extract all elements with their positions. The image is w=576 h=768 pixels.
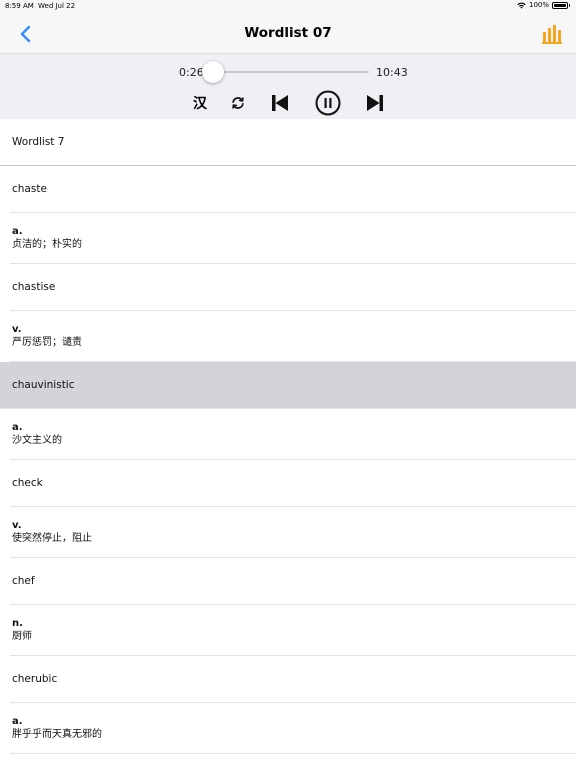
part-of-speech: n. [12, 618, 23, 629]
definition-row: a. 胖乎乎而天真无邪的 [0, 703, 576, 754]
word-row[interactable]: chauvinistic [0, 362, 576, 409]
definition-row: n. 厨师 [0, 605, 576, 656]
audio-player: 0:26 10:43 汉 [0, 53, 576, 119]
skip-previous-icon [272, 95, 288, 111]
word-row[interactable]: chaste [0, 166, 576, 213]
definition-text: 贞洁的；朴实的 [12, 239, 82, 250]
repeat-icon [232, 97, 244, 109]
definition-row: a. 贞洁的；朴实的 [0, 213, 576, 264]
word-row[interactable]: chef [0, 558, 576, 605]
chinese-toggle-button[interactable]: 汉 [193, 93, 207, 113]
word-row[interactable]: chastise [0, 264, 576, 311]
repeat-button[interactable] [231, 95, 245, 109]
status-date: Wed Jul 22 [38, 2, 76, 10]
definition-row: v. 严厉惩罚；谴责 [0, 311, 576, 362]
part-of-speech: v. [12, 324, 22, 335]
definition-text: 胖乎乎而天真无邪的 [12, 729, 102, 740]
elapsed-time: 0:26 [179, 66, 204, 79]
status-time: 8:59 AM [5, 2, 34, 10]
wifi-icon [517, 2, 526, 9]
bar-chart-icon [542, 25, 562, 44]
definition-text: 沙文主义的 [12, 435, 62, 446]
word-list: Wordlist 7 chaste a. 贞洁的；朴实的 chastise v. 严厉惩罚… [0, 119, 576, 754]
list-header: Wordlist 7 [0, 119, 576, 166]
status-right: 100% [517, 1, 570, 9]
navigation-bar: Wordlist 07 [0, 13, 576, 53]
battery-icon [552, 1, 570, 9]
total-time: 10:43 [376, 66, 408, 79]
word-row[interactable]: cherubic [0, 656, 576, 703]
status-bar: 8:59 AM Wed Jul 22 100% [0, 0, 576, 13]
previous-button[interactable] [270, 94, 290, 112]
definition-text: 严厉惩罚；谴责 [12, 337, 82, 348]
stats-button[interactable] [540, 22, 564, 46]
part-of-speech: a. [12, 422, 23, 433]
page-title: Wordlist 07 [244, 25, 332, 41]
pause-button[interactable] [315, 90, 341, 116]
definition-row: a. 沙文主义的 [0, 409, 576, 460]
definition-row: v. 使突然停止，阻止 [0, 507, 576, 558]
progress-slider[interactable] [202, 61, 369, 83]
definition-text: 厨师 [12, 631, 32, 642]
word-row[interactable]: check [0, 460, 576, 507]
battery-percent: 100% [528, 1, 549, 9]
next-button[interactable] [365, 94, 385, 112]
pause-icon [315, 90, 341, 116]
battery-fill [554, 3, 566, 7]
skip-next-icon [367, 95, 383, 111]
part-of-speech: v. [12, 520, 22, 531]
part-of-speech: a. [12, 716, 23, 727]
definition-text: 使突然停止，阻止 [12, 533, 92, 544]
slider-thumb[interactable] [202, 61, 225, 83]
part-of-speech: a. [12, 226, 23, 237]
